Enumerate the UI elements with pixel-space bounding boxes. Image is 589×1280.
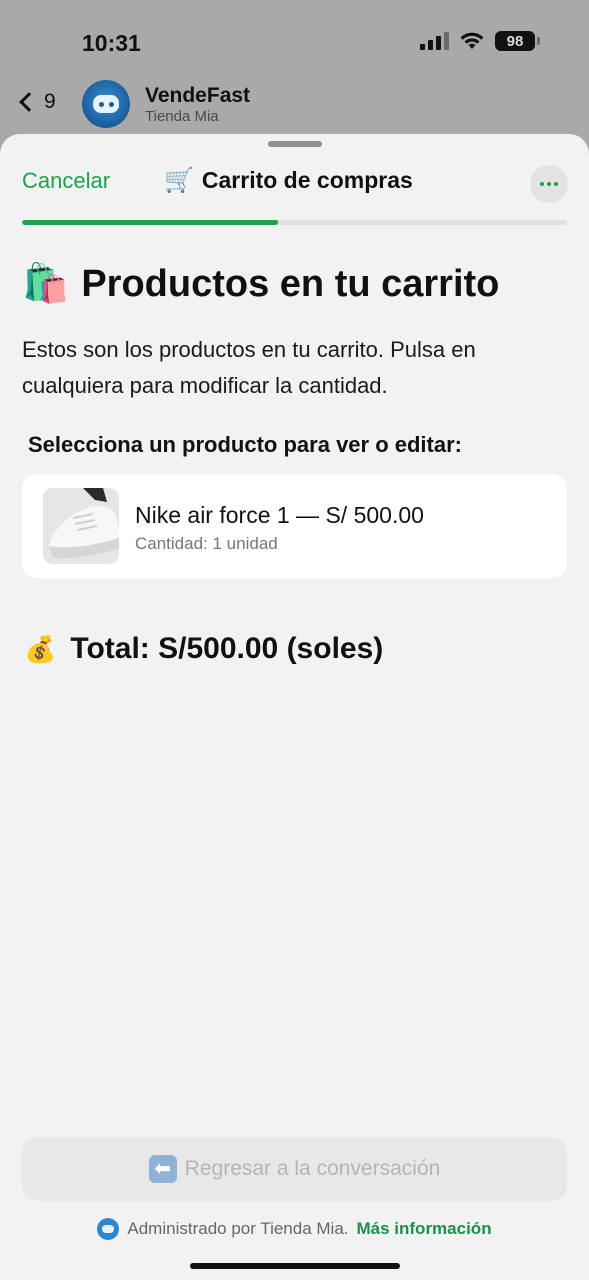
more-options-button[interactable]	[530, 165, 568, 203]
back-button[interactable]: 9	[16, 90, 56, 114]
status-bar: 10:31 98	[0, 0, 589, 80]
unread-count: 9	[44, 90, 56, 113]
more-icon	[540, 182, 544, 186]
page-title-text: Productos en tu carrito	[81, 262, 500, 305]
battery-icon: 98	[495, 31, 540, 51]
footer-note: Administrado por Tienda Mia. Más informa…	[0, 1218, 589, 1240]
status-time: 10:31	[82, 30, 141, 56]
product-quantity: Cantidad: 1 unidad	[135, 534, 278, 553]
chat-header: 9 VendeFast Tienda Mia	[0, 78, 589, 134]
cart-sheet: Cancelar 🛒 Carrito de compras 🛍️ Product…	[0, 134, 589, 1280]
shopping-cart-icon: 🛒	[164, 167, 194, 194]
section-label: Selecciona un producto para ver o editar…	[28, 432, 462, 457]
return-button-label: Regresar a la conversación	[184, 1157, 441, 1180]
chat-name: VendeFast	[145, 84, 251, 107]
sheet-title-text: Carrito de compras	[201, 167, 413, 193]
avatar[interactable]	[82, 80, 130, 128]
shopping-bags-icon: 🛍️	[22, 263, 70, 305]
sneaker-image	[43, 488, 119, 564]
product-image	[43, 488, 119, 564]
wifi-icon	[460, 32, 484, 49]
product-title: Nike air force 1 — S/ 500.00	[135, 502, 424, 528]
sheet-title: 🛒 Carrito de compras	[164, 166, 413, 195]
return-to-conversation-button[interactable]: ⬅ Regresar a la conversación	[22, 1137, 567, 1201]
cellular-signal-icon	[420, 32, 449, 50]
chat-subtitle: Tienda Mia	[145, 108, 219, 125]
chevron-left-icon	[19, 92, 39, 112]
money-bag-icon: 💰	[24, 633, 57, 664]
intro-text: Estos son los productos en tu carrito. P…	[22, 337, 476, 398]
managed-by-text: Administrado por Tienda Mia.	[127, 1219, 349, 1238]
bot-icon	[97, 1218, 120, 1240]
more-info-link[interactable]: Más información	[357, 1219, 492, 1239]
page-title: 🛍️ Productos en tu carrito	[22, 262, 499, 306]
sheet-grabber[interactable]	[268, 141, 322, 147]
cart-total-text: Total: S/500.00 (soles)	[70, 632, 384, 665]
left-arrow-icon: ⬅	[148, 1155, 177, 1183]
product-item[interactable]: Nike air force 1 — S/ 500.00 Cantidad: 1…	[22, 474, 567, 578]
progress-fill	[22, 220, 279, 225]
cancel-button[interactable]: Cancelar	[22, 168, 110, 194]
cart-total: 💰 Total: S/500.00 (soles)	[24, 632, 383, 666]
progress-bar	[22, 220, 567, 225]
bot-icon	[93, 95, 119, 113]
status-indicators: 98	[420, 31, 540, 51]
home-indicator	[190, 1263, 400, 1269]
